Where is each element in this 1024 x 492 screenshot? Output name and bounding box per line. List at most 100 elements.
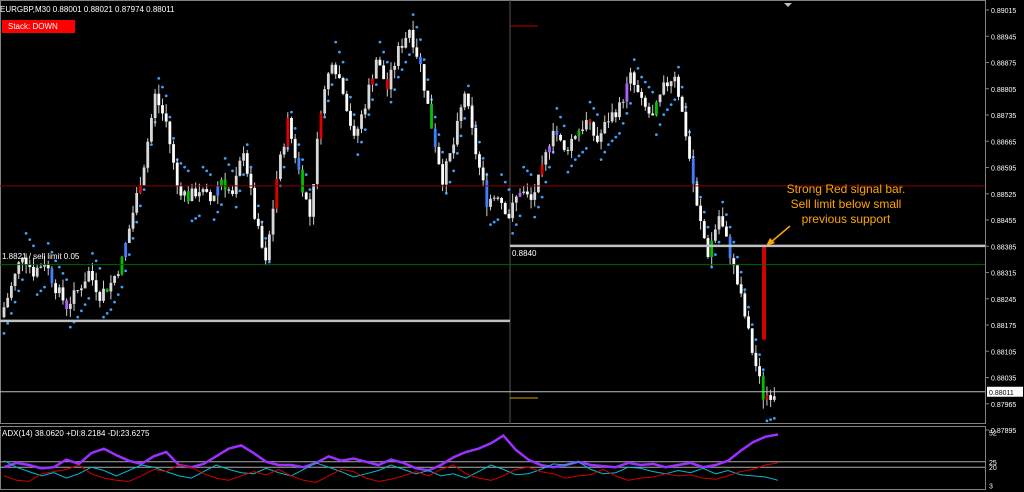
candle-body (404, 37, 408, 48)
candle (87, 266, 91, 283)
candle-body (223, 179, 227, 190)
psar-dot (765, 419, 769, 423)
psar-dot (157, 76, 161, 80)
candle-body (146, 141, 150, 168)
candle (518, 188, 522, 198)
candle-body (209, 191, 212, 202)
candle-body (94, 280, 98, 293)
psar-dot (378, 40, 382, 44)
candle (264, 240, 268, 266)
arrow-shaft (769, 225, 791, 244)
psar-dot (164, 94, 168, 98)
candle (249, 168, 253, 196)
candle-body (356, 128, 360, 136)
candle-body (190, 188, 194, 202)
psar-dot (666, 108, 669, 112)
y-tick-label: 0.88595 (991, 166, 1016, 173)
candle-body (673, 76, 677, 82)
adx-tick-label: 20 (989, 465, 997, 472)
psar-dot (138, 204, 142, 208)
candle (345, 90, 349, 112)
candle-body (396, 46, 400, 66)
candle (666, 76, 669, 92)
candle-body (127, 228, 131, 243)
psar-dot (308, 188, 312, 192)
psar-dot (360, 140, 363, 144)
psar-dot (363, 128, 367, 132)
candle (503, 201, 507, 215)
candle-body (548, 146, 551, 153)
psar-dot (599, 158, 603, 162)
candle (367, 78, 371, 111)
candle (109, 275, 113, 300)
psar-dot (220, 203, 223, 207)
psar-dot (548, 165, 551, 169)
candle (9, 282, 13, 301)
candle-body (382, 65, 386, 80)
candle (455, 112, 459, 147)
psar-dot (441, 150, 444, 154)
psar-dot (581, 150, 585, 154)
candle (500, 197, 503, 210)
candle (448, 153, 452, 163)
psar-dot (223, 156, 227, 160)
candle (54, 279, 57, 300)
y-tick-label: 0.88035 (991, 376, 1016, 383)
psar-dot (677, 65, 680, 69)
candle-body (636, 85, 640, 92)
candle (131, 205, 135, 232)
psar-dot (385, 60, 389, 64)
candle (489, 194, 492, 211)
psar-dot (529, 173, 533, 177)
candle-body (172, 144, 175, 163)
candle-body (323, 89, 327, 114)
candle-body (562, 140, 566, 150)
candle-body (467, 93, 470, 107)
candle-body (304, 192, 308, 200)
candle-body (728, 236, 732, 259)
candle-body (496, 197, 500, 199)
candle (765, 386, 769, 406)
candle-body (758, 366, 761, 377)
candle (68, 296, 72, 318)
candle (279, 151, 282, 182)
psar-dot (459, 134, 463, 138)
candle (153, 89, 157, 127)
candle-body (186, 191, 190, 202)
candle (116, 270, 120, 279)
candle-body (301, 169, 304, 193)
psar-dot (577, 154, 581, 158)
candle-body (537, 174, 540, 193)
candle (474, 121, 478, 160)
candle (688, 129, 691, 162)
y-tick-label: 0.88875 (991, 61, 1016, 68)
candle-body (603, 121, 607, 134)
candle-body (721, 216, 725, 227)
candle-body (279, 154, 282, 180)
candle-body (13, 273, 17, 286)
psar-dot (131, 236, 135, 240)
candle (540, 155, 544, 178)
candle (349, 103, 352, 131)
candle-body (135, 193, 139, 213)
psar-dot (419, 38, 422, 42)
psar-dot (197, 214, 201, 218)
candle (168, 120, 172, 154)
candle (6, 293, 10, 308)
candle (72, 282, 76, 311)
candle (404, 31, 408, 49)
psar-dot (161, 85, 164, 89)
adx-title: ADX(14) 38.0620 +DI:8.2184 -DI:23.6275 (2, 429, 150, 438)
candle (651, 104, 655, 116)
psar-dot (32, 244, 35, 248)
candle (330, 62, 334, 75)
candle-body (68, 303, 72, 309)
candle-body (105, 288, 109, 292)
psar-dot (367, 113, 371, 117)
psar-dot (113, 300, 116, 304)
candle (242, 146, 245, 167)
candle-body (83, 281, 87, 289)
candle-body (481, 167, 485, 181)
psar-dot (437, 133, 441, 137)
candle-body (245, 153, 249, 174)
